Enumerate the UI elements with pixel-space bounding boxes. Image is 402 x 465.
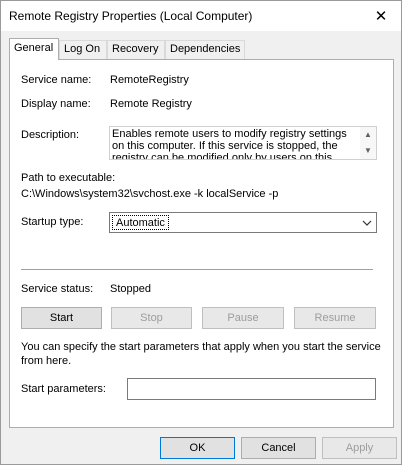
start-params-input[interactable]: [127, 378, 376, 400]
display-name-value: Remote Registry: [110, 98, 192, 110]
start-params-label: Start parameters:: [21, 383, 106, 395]
resume-button[interactable]: Resume: [294, 307, 376, 329]
properties-dialog: Remote Registry Properties (Local Comput…: [0, 0, 402, 465]
general-panel: [9, 59, 394, 428]
startup-type-label: Startup type:: [21, 216, 84, 228]
path-value: C:\Windows\system32\svchost.exe -k local…: [21, 188, 279, 200]
display-name-label: Display name:: [21, 98, 91, 110]
window-title: Remote Registry Properties (Local Comput…: [9, 9, 253, 23]
tab-recovery[interactable]: Recovery: [107, 40, 165, 59]
divider: [21, 269, 373, 270]
apply-button[interactable]: Apply: [322, 437, 397, 459]
scroll-up-icon[interactable]: ▲: [360, 127, 376, 143]
description-label: Description:: [21, 129, 80, 141]
description-text: Enables remote users to modify registry …: [112, 128, 347, 160]
description-field[interactable]: Enables remote users to modify registry …: [109, 126, 377, 160]
start-params-help: You can specify the start parameters tha…: [21, 341, 381, 367]
start-button[interactable]: Start: [21, 307, 102, 329]
chevron-down-icon[interactable]: [358, 213, 376, 232]
startup-type-value: Automatic: [112, 215, 169, 230]
tab-log-on[interactable]: Log On: [59, 40, 107, 59]
description-scrollbar[interactable]: ▲ ▼: [360, 127, 376, 159]
close-icon[interactable]: ✕: [361, 1, 401, 31]
service-status-value: Stopped: [110, 283, 151, 295]
service-name-value: RemoteRegistry: [110, 74, 189, 86]
tab-general[interactable]: General: [9, 38, 59, 60]
service-status-label: Service status:: [21, 283, 94, 295]
scroll-down-icon[interactable]: ▼: [360, 143, 376, 159]
path-label: Path to executable:: [21, 172, 116, 184]
service-name-label: Service name:: [21, 74, 92, 86]
tab-dependencies[interactable]: Dependencies: [165, 40, 245, 59]
pause-button[interactable]: Pause: [202, 307, 284, 329]
cancel-button[interactable]: Cancel: [241, 437, 316, 459]
ok-button[interactable]: OK: [160, 437, 235, 459]
title-bar: Remote Registry Properties (Local Comput…: [1, 1, 401, 31]
startup-type-select[interactable]: Automatic: [109, 212, 377, 233]
stop-button[interactable]: Stop: [111, 307, 192, 329]
